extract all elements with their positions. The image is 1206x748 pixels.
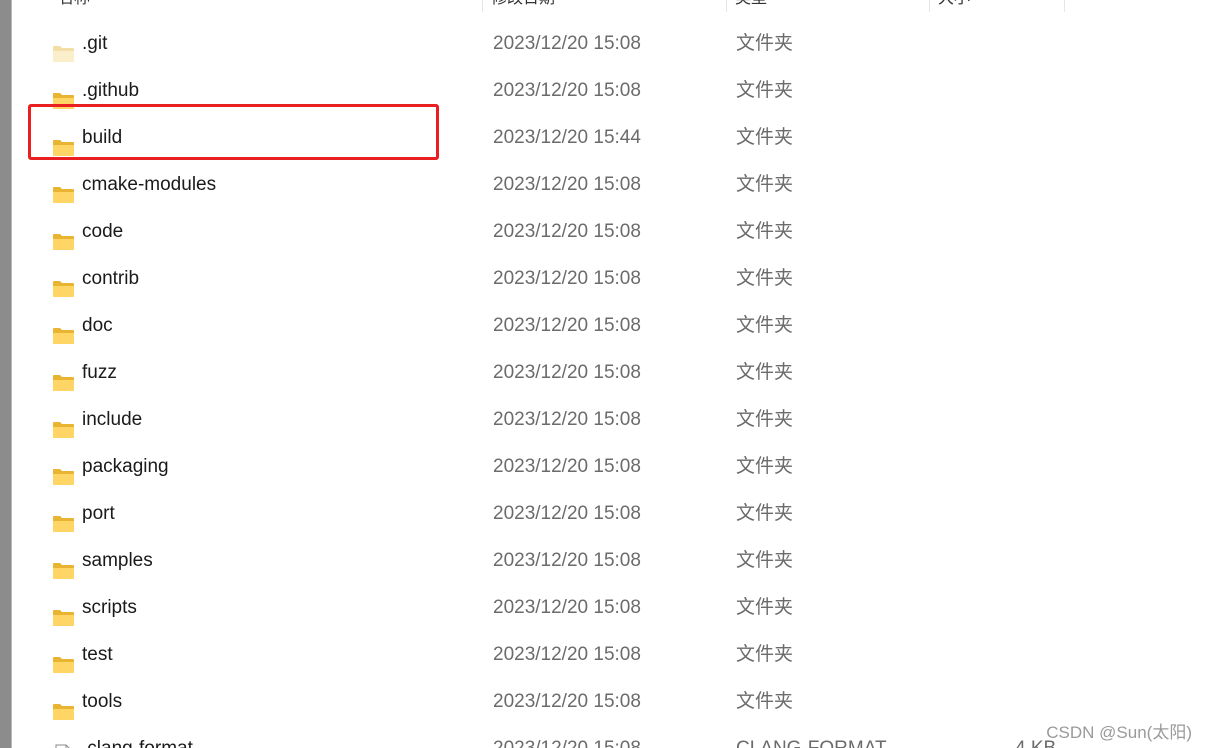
file-name: code [82, 221, 124, 242]
file-modified-date: 2023/12/20 15:08 [493, 725, 641, 748]
file-modified-date: 2023/12/20 15:08 [493, 644, 641, 665]
column-header-row: 名称 修改日期 类型 大小 [12, 0, 1206, 12]
file-type: 文件夹 [736, 503, 794, 524]
file-modified-date: 2023/12/20 15:08 [493, 33, 641, 54]
file-row[interactable]: contrib 2023/12/20 15:08 文件夹 [12, 255, 1206, 302]
folder-icon [52, 457, 75, 485]
watermark: CSDN @Sun(太阳) [1046, 723, 1192, 742]
file-modified-date: 2023/12/20 15:08 [493, 221, 641, 242]
file-row[interactable]: include 2023/12/20 15:08 文件夹 [12, 396, 1206, 443]
file-type: 文件夹 [736, 174, 794, 195]
navigation-pane-edge[interactable] [0, 0, 12, 748]
file-name: .github [82, 80, 140, 101]
folder-icon [52, 692, 75, 720]
file-modified-date: 2023/12/20 15:08 [493, 409, 641, 430]
file-modified-date: 2023/12/20 15:08 [493, 80, 641, 101]
file-modified-date: 2023/12/20 15:08 [493, 597, 641, 618]
folder-faded-icon [52, 34, 75, 62]
file-row[interactable]: samples 2023/12/20 15:08 文件夹 [12, 537, 1206, 584]
folder-icon [52, 316, 75, 344]
file-list: .git 2023/12/20 15:08 文件夹 .github 2023/12/20… [12, 20, 1206, 748]
column-header-size[interactable]: 大小 [930, 0, 1065, 12]
file-modified-date: 2023/12/20 15:08 [493, 268, 641, 289]
column-header-type[interactable]: 类型 [727, 0, 930, 12]
file-type: 文件夹 [736, 268, 794, 289]
file-name: .git [82, 33, 108, 54]
file-name: fuzz [82, 362, 117, 383]
file-row[interactable]: test 2023/12/20 15:08 文件夹 [12, 631, 1206, 678]
file-modified-date: 2023/12/20 15:08 [493, 362, 641, 383]
file-name: packaging [82, 456, 169, 477]
file-type: 文件夹 [736, 550, 794, 571]
column-header-date[interactable]: 修改日期 [483, 0, 727, 12]
folder-icon [52, 410, 75, 438]
file-modified-date: 2023/12/20 15:08 [493, 550, 641, 571]
file-row[interactable]: fuzz 2023/12/20 15:08 文件夹 [12, 349, 1206, 396]
file-name: build [82, 127, 123, 148]
folder-icon [52, 598, 75, 626]
folder-icon [52, 551, 75, 579]
file-type: 文件夹 [736, 33, 794, 54]
folder-icon [52, 81, 75, 109]
file-name: cmake-modules [82, 174, 217, 195]
file-name: .clang-format [82, 725, 193, 748]
file-row[interactable]: .clang-format 2023/12/20 15:08 CLANG-FORMA… [12, 725, 1206, 748]
file-type: CLANG-FORMAT ... [736, 725, 907, 748]
file-name: contrib [82, 268, 140, 289]
file-name: doc [82, 315, 113, 336]
file-type: 文件夹 [736, 221, 794, 242]
file-type: 文件夹 [736, 597, 794, 618]
file-modified-date: 2023/12/20 15:08 [493, 174, 641, 195]
file-type: 文件夹 [736, 644, 794, 665]
column-header-name[interactable]: 名称 [50, 0, 483, 12]
file-type: 文件夹 [736, 362, 794, 383]
file-name: test [82, 644, 113, 665]
file-type: 文件夹 [736, 691, 794, 712]
file-type: 文件夹 [736, 409, 794, 430]
file-name: scripts [82, 597, 137, 618]
folder-icon [52, 269, 75, 297]
file-name: tools [82, 691, 123, 712]
file-row[interactable]: .github 2023/12/20 15:08 文件夹 [12, 67, 1206, 114]
file-name: port [82, 503, 115, 524]
file-type: 文件夹 [736, 456, 794, 477]
file-row[interactable]: packaging 2023/12/20 15:08 文件夹 [12, 443, 1206, 490]
file-name: include [82, 409, 143, 430]
file-row[interactable]: .git 2023/12/20 15:08 文件夹 [12, 20, 1206, 67]
file-modified-date: 2023/12/20 15:08 [493, 315, 641, 336]
file-type: 文件夹 [736, 80, 794, 101]
file-name: samples [82, 550, 153, 571]
file-explorer-window: 名称 修改日期 类型 大小 .git2023/12/20 15:08文件夹.gi… [0, 0, 1206, 748]
folder-icon [52, 128, 75, 156]
file-row[interactable]: port 2023/12/20 15:08 文件夹 [12, 490, 1206, 537]
folder-icon [52, 504, 75, 532]
file-row[interactable]: tools 2023/12/20 15:08 文件夹 [12, 678, 1206, 725]
file-row[interactable]: build 2023/12/20 15:44 文件夹 [12, 114, 1206, 161]
file-row[interactable]: doc 2023/12/20 15:08 文件夹 [12, 302, 1206, 349]
file-modified-date: 2023/12/20 15:08 [493, 503, 641, 524]
file-type: 文件夹 [736, 315, 794, 336]
folder-icon [52, 175, 75, 203]
file-icon [52, 737, 75, 748]
folder-icon [52, 222, 75, 250]
file-modified-date: 2023/12/20 15:08 [493, 691, 641, 712]
folder-icon [52, 645, 75, 673]
file-type: 文件夹 [736, 127, 794, 148]
file-modified-date: 2023/12/20 15:08 [493, 456, 641, 477]
file-row[interactable]: cmake-modules 2023/12/20 15:08 文件夹 [12, 161, 1206, 208]
file-row[interactable]: scripts 2023/12/20 15:08 文件夹 [12, 584, 1206, 631]
file-row[interactable]: code 2023/12/20 15:08 文件夹 [12, 208, 1206, 255]
file-modified-date: 2023/12/20 15:44 [493, 127, 641, 148]
folder-icon [52, 363, 75, 391]
